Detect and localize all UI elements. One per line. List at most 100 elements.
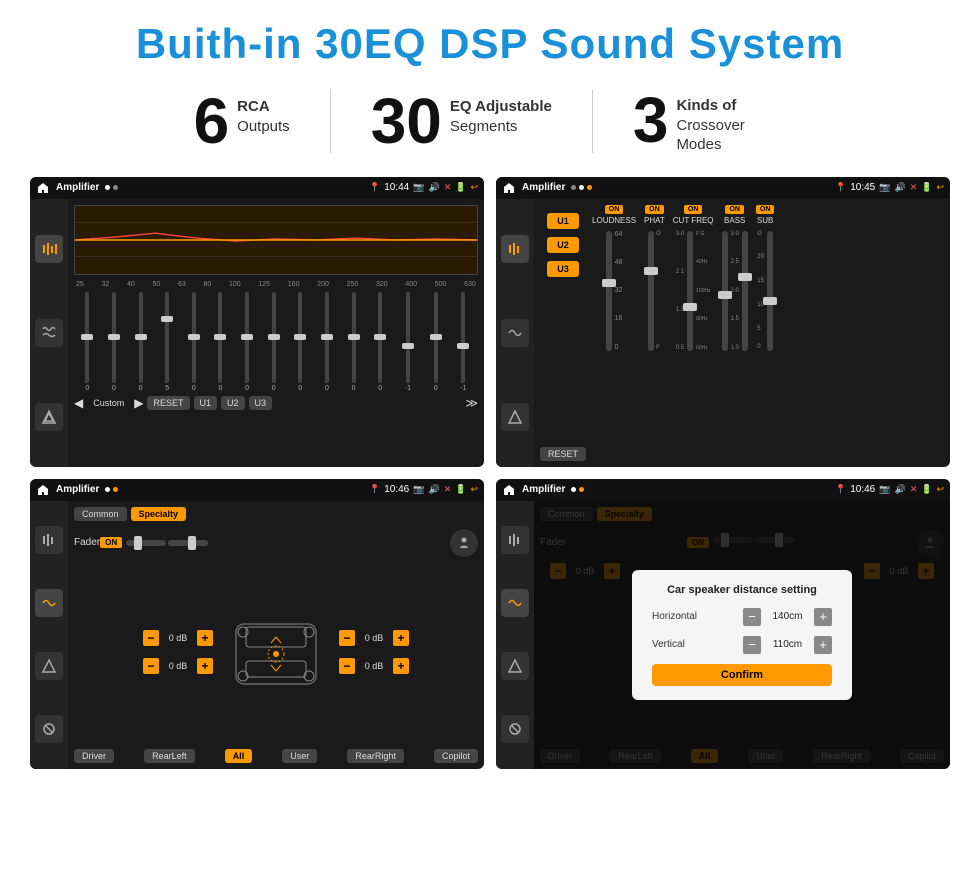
bass-on[interactable]: ON (725, 205, 744, 214)
bass-slider-r[interactable] (742, 231, 748, 351)
fader-icon-2[interactable] (35, 589, 63, 617)
rl-minus[interactable]: − (143, 658, 159, 674)
eq-icon-2[interactable] (35, 319, 63, 347)
u2-preset[interactable]: U2 (547, 237, 579, 253)
eq-graph (74, 205, 478, 275)
u1-preset[interactable]: U1 (547, 213, 579, 229)
confirm-button[interactable]: Confirm (652, 664, 832, 686)
prev-arrow[interactable]: ◀ (74, 396, 83, 410)
fl-minus[interactable]: − (143, 630, 159, 646)
fl-plus[interactable]: + (197, 630, 213, 646)
person-icon-btn[interactable] (450, 529, 478, 557)
dist-icon-3[interactable] (501, 652, 529, 680)
distance-modal: Car speaker distance setting Horizontal … (632, 570, 852, 700)
home-icon-3[interactable] (36, 483, 50, 497)
db-row-fr: − 0 dB + (339, 630, 409, 646)
vertical-plus-btn[interactable]: + (814, 636, 832, 654)
home-icon[interactable] (36, 181, 50, 195)
fader-icon-3[interactable] (35, 652, 63, 680)
eq-slider-9[interactable]: 0 (298, 292, 302, 392)
all-btn[interactable]: All (225, 749, 253, 763)
dot-2 (113, 185, 118, 190)
bass-slider-l[interactable] (722, 231, 728, 351)
eq-slider-3[interactable]: 0 (139, 292, 143, 392)
u3-preset[interactable]: U3 (547, 261, 579, 277)
eq-slider-7[interactable]: 0 (245, 292, 249, 392)
sub-on[interactable]: ON (756, 205, 775, 214)
fr-db-val: 0 dB (359, 633, 389, 643)
tab-specialty[interactable]: Specialty (131, 507, 187, 521)
phat-on[interactable]: ON (645, 205, 664, 214)
eq-slider-14[interactable]: 0 (434, 292, 438, 392)
dist-icon-2[interactable] (501, 589, 529, 617)
fader-h-slider-2[interactable] (168, 540, 208, 546)
eq-slider-15[interactable]: -1 (460, 292, 466, 392)
eq-slider-13[interactable]: -1 (405, 292, 411, 392)
horizontal-minus-btn[interactable]: − (743, 608, 761, 626)
cross-icon-1[interactable] (501, 235, 529, 263)
fr-plus[interactable]: + (393, 630, 409, 646)
next-arrow[interactable]: ▶ (134, 396, 143, 410)
eq-slider-12[interactable]: 0 (378, 292, 382, 392)
back-icon-2[interactable]: ↩ (936, 182, 944, 193)
eq-icon-1[interactable] (35, 235, 63, 263)
rearleft-btn[interactable]: RearLeft (144, 749, 195, 763)
phat-slider[interactable] (648, 231, 654, 351)
preset-label: Custom (87, 396, 130, 410)
u3-btn-eq[interactable]: U3 (249, 396, 273, 410)
eq-slider-2[interactable]: 0 (112, 292, 116, 392)
back-icon-4[interactable]: ↩ (936, 484, 944, 495)
eq-slider-6[interactable]: 0 (218, 292, 222, 392)
expand-arrows[interactable]: ≫ (465, 396, 478, 410)
sub-slider[interactable] (767, 231, 773, 351)
fader-icon-1[interactable] (35, 526, 63, 554)
u2-btn-eq[interactable]: U2 (221, 396, 245, 410)
rl-plus[interactable]: + (197, 658, 213, 674)
rr-minus[interactable]: − (339, 658, 355, 674)
tab-common[interactable]: Common (74, 507, 127, 521)
stat-label-rca: RCA Outputs (237, 89, 290, 136)
eq-slider-5[interactable]: 0 (192, 292, 196, 392)
driver-btn[interactable]: Driver (74, 749, 114, 763)
eq-slider-11[interactable]: 0 (352, 292, 356, 392)
eq-slider-8[interactable]: 0 (272, 292, 276, 392)
cross-icon-3[interactable] (501, 403, 529, 431)
eq-slider-1[interactable]: 0 (85, 292, 89, 392)
camera-icon-2: 📷 (879, 182, 890, 193)
status-bar-2: Amplifier 📍 10:45 📷 🔊 ✕ 🔋 ↩ (496, 177, 950, 199)
rr-plus[interactable]: + (393, 658, 409, 674)
u1-btn-eq[interactable]: U1 (194, 396, 218, 410)
loudness-on[interactable]: ON (605, 205, 624, 214)
camera-icon-3: 📷 (413, 484, 424, 495)
back-icon-3[interactable]: ↩ (470, 484, 478, 495)
volume-icon: 🔊 (428, 182, 439, 193)
reset-btn-eq[interactable]: RESET (147, 396, 189, 410)
reset-btn-cross[interactable]: RESET (540, 447, 586, 461)
rearright-btn[interactable]: RearRight (347, 749, 404, 763)
eq-slider-10[interactable]: 0 (325, 292, 329, 392)
cutfreq-on[interactable]: ON (684, 205, 703, 214)
loudness-slider-l[interactable] (606, 231, 612, 351)
horizontal-plus-btn[interactable]: + (814, 608, 832, 626)
battery-icon-3: 🔋 (455, 484, 466, 495)
back-icon[interactable]: ↩ (470, 182, 478, 193)
cutfreq-slider[interactable] (687, 231, 693, 351)
copilot-btn[interactable]: Copilot (434, 749, 478, 763)
eq-icon-3[interactable] (35, 403, 63, 431)
user-btn[interactable]: User (282, 749, 317, 763)
x-icon-4: ✕ (910, 484, 918, 495)
fader-h-slider-1[interactable] (126, 540, 166, 546)
status-bar-3: Amplifier 📍 10:46 📷 🔊 ✕ 🔋 ↩ (30, 479, 484, 501)
stat-number-rca: 6 (194, 89, 230, 153)
fader-icon-4[interactable] (35, 715, 63, 743)
cross-icon-2[interactable] (501, 319, 529, 347)
vertical-minus-btn[interactable]: − (743, 636, 761, 654)
home-icon-2[interactable] (502, 181, 516, 195)
fader-on-toggle[interactable]: ON (100, 537, 122, 548)
home-icon-4[interactable] (502, 483, 516, 497)
dist-icon-4[interactable] (501, 715, 529, 743)
stat-number-eq: 30 (371, 89, 442, 153)
fr-minus[interactable]: − (339, 630, 355, 646)
dist-icon-1[interactable] (501, 526, 529, 554)
eq-slider-4[interactable]: 5 (165, 292, 169, 392)
